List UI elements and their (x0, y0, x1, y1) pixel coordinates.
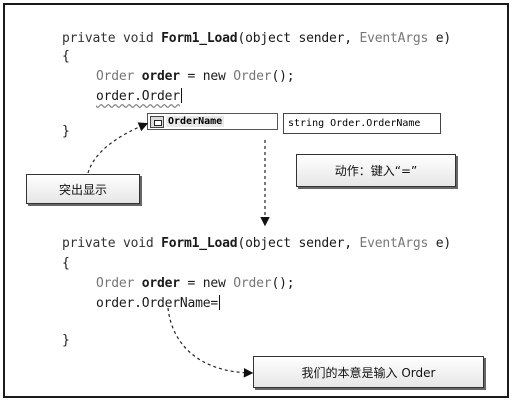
dashed-arrows (87, 122, 270, 378)
arrow-to-intellisense (87, 122, 149, 174)
arrow-to-intent (167, 307, 254, 378)
diagram-canvas: private void Form1_Load(object sender, E… (0, 0, 515, 404)
